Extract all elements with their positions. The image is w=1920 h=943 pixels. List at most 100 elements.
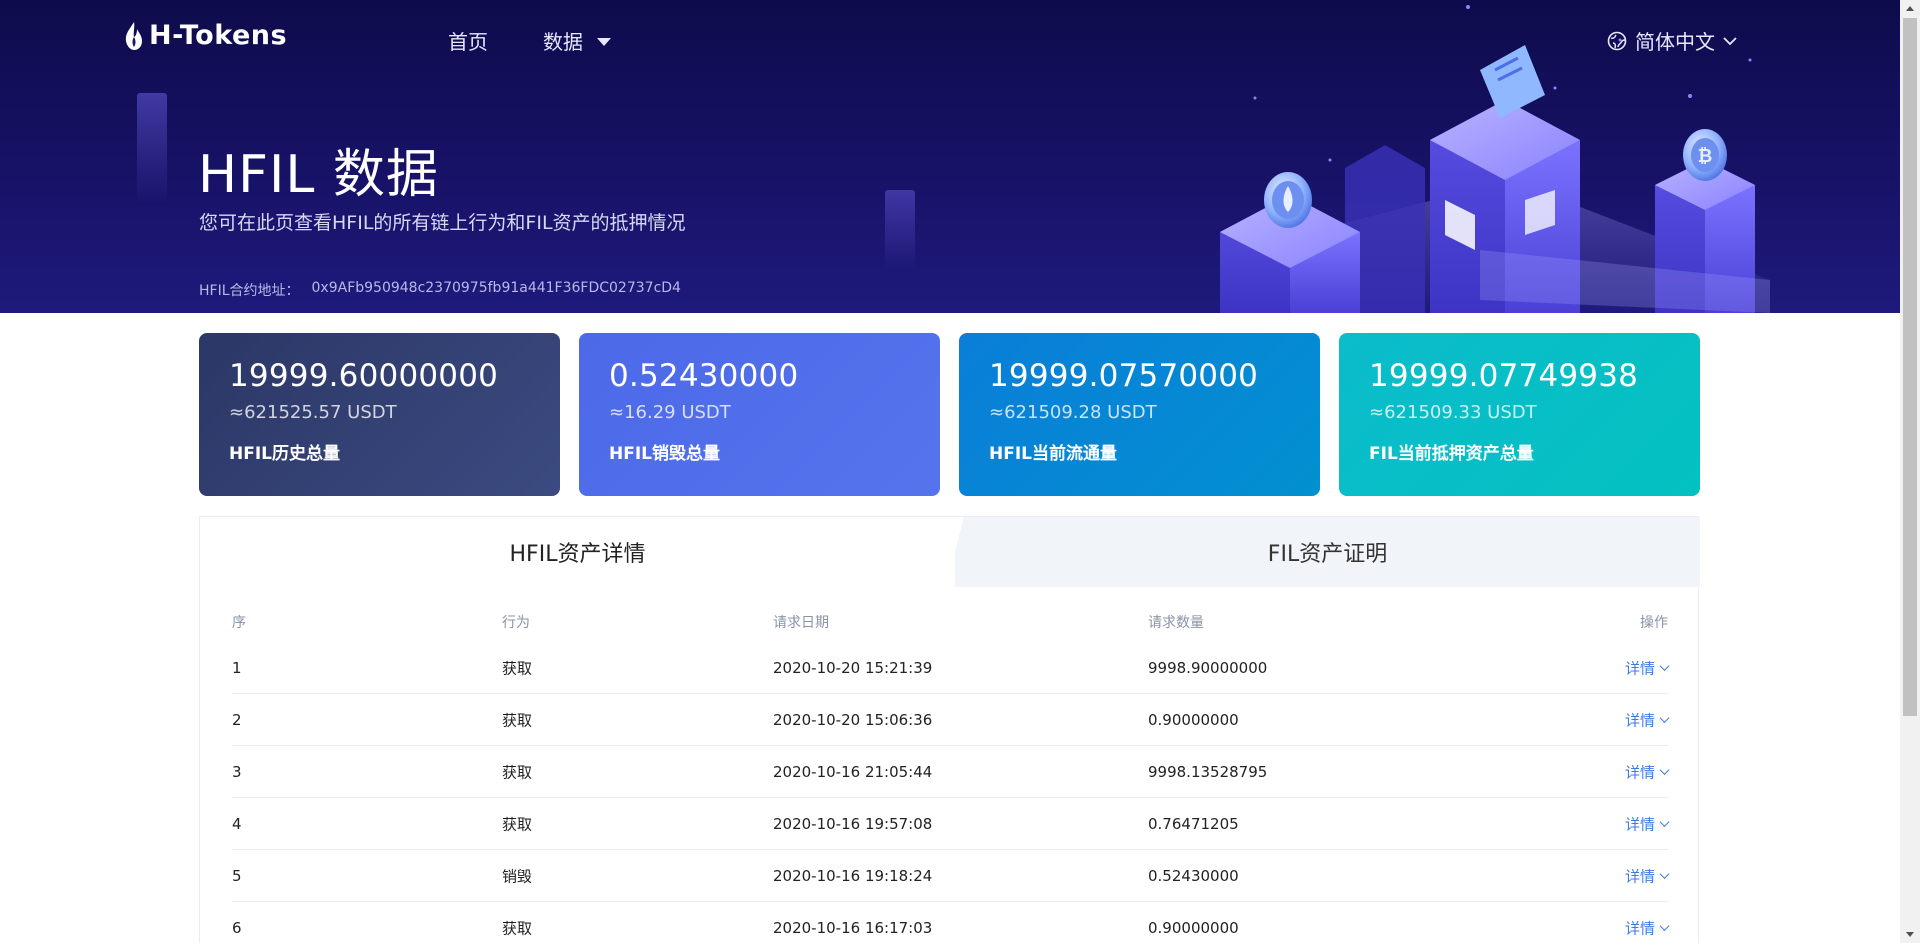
chevron-down-icon: [1659, 816, 1670, 827]
row-details-link[interactable]: 详情: [1624, 917, 1670, 938]
flame-logo-icon: [125, 21, 142, 50]
nav-data-label: 数据: [543, 30, 583, 54]
row-details-link[interactable]: 详情: [1624, 709, 1670, 730]
chevron-down-icon: [1659, 712, 1670, 723]
row-amount: 9998.90000000: [1148, 658, 1268, 677]
row-details-link[interactable]: 详情: [1624, 813, 1670, 834]
stat-value: 19999.07749938: [1369, 358, 1639, 394]
contract-label: HFIL合约地址：: [199, 283, 300, 299]
row-date: 2020-10-16 19:57:08: [773, 814, 933, 833]
table-row: 4 获取 2020-10-16 19:57:08 0.76471205 详情: [232, 798, 1670, 850]
row-amount: 0.52430000: [1148, 866, 1239, 885]
details-label: 详情: [1624, 763, 1655, 781]
stat-label: FIL当前抵押资产总量: [1369, 444, 1534, 464]
chevron-down-icon: [1659, 868, 1670, 879]
stat-card-circulating: 19999.07570000 ≈621509.28 USDT HFIL当前流通量: [959, 333, 1320, 496]
row-action: 获取: [502, 919, 533, 937]
row-date: 2020-10-16 21:05:44: [773, 762, 933, 781]
caret-down-icon: [597, 38, 611, 46]
details-label: 详情: [1624, 867, 1655, 885]
row-action: 获取: [502, 815, 533, 833]
stat-label: HFIL历史总量: [229, 444, 340, 464]
stat-value: 19999.07570000: [989, 358, 1259, 394]
details-label: 详情: [1624, 815, 1655, 833]
details-label: 详情: [1624, 659, 1655, 677]
chevron-down-icon: [1659, 660, 1670, 671]
tab-hfil-details[interactable]: HFIL资产详情: [200, 517, 955, 587]
stat-usdt: ≈621509.33 USDT: [1369, 402, 1537, 423]
row-date: 2020-10-20 15:21:39: [773, 658, 933, 677]
row-index: 4: [232, 814, 242, 833]
tab-fil-proof[interactable]: FIL资产证明: [955, 517, 1700, 587]
row-amount: 9998.13528795: [1148, 762, 1268, 781]
header-operation: 操作: [1640, 615, 1668, 631]
row-action: 获取: [502, 711, 533, 729]
globe-icon: [1607, 31, 1627, 50]
stat-value: 0.52430000: [609, 358, 799, 394]
nav-home[interactable]: 首页: [448, 26, 488, 55]
stat-usdt: ≈621525.57 USDT: [229, 402, 397, 423]
logo-text: H-Tokens: [149, 20, 288, 51]
logo[interactable]: H-Tokens: [123, 20, 287, 51]
row-amount: 0.90000000: [1148, 918, 1239, 937]
scroll-down-arrow[interactable]: [1906, 932, 1914, 937]
svg-text:₿: ₿: [1698, 146, 1713, 167]
table-row: 1 获取 2020-10-20 15:21:39 9998.90000000 详…: [232, 642, 1670, 694]
stat-card-fil-collateral: 19999.07749938 ≈621509.33 USDT FIL当前抵押资产…: [1339, 333, 1700, 496]
header-index: 序: [232, 615, 246, 631]
nav-data-dropdown[interactable]: 数据: [543, 26, 611, 55]
asset-panel: FIL资产证明 HFIL资产详情 序 行为 请求日期 请求数量 操作 1 获取 …: [199, 516, 1700, 943]
table-header: 序 行为 请求日期 请求数量 操作: [232, 602, 1668, 642]
decorative-pillar: [885, 190, 915, 270]
page-title: HFIL 数据: [198, 145, 439, 205]
chevron-down-icon: [1723, 36, 1737, 45]
row-amount: 0.90000000: [1148, 710, 1239, 729]
chevron-down-icon: [1659, 920, 1670, 931]
row-amount: 0.76471205: [1148, 814, 1239, 833]
header-action: 行为: [502, 615, 530, 631]
decorative-pillar: [137, 93, 167, 203]
row-details-link[interactable]: 详情: [1624, 865, 1670, 886]
stat-value: 19999.60000000: [229, 358, 499, 394]
row-action: 获取: [502, 763, 533, 781]
stat-label: HFIL当前流通量: [989, 444, 1117, 464]
row-index: 2: [232, 710, 242, 729]
scrollbar-thumb[interactable]: [1903, 18, 1917, 716]
row-index: 3: [232, 762, 242, 781]
row-details-link[interactable]: 详情: [1624, 761, 1670, 782]
table-row: 5 销毁 2020-10-16 19:18:24 0.52430000 详情: [232, 850, 1670, 902]
row-action: 获取: [502, 659, 533, 677]
stat-usdt: ≈16.29 USDT: [609, 402, 731, 423]
table-row: 3 获取 2020-10-16 21:05:44 9998.13528795 详…: [232, 746, 1670, 798]
stat-card-total-supply: 19999.60000000 ≈621525.57 USDT HFIL历史总量: [199, 333, 560, 496]
row-index: 6: [232, 918, 242, 937]
page-scrollbar[interactable]: [1900, 0, 1920, 943]
header-amount: 请求数量: [1148, 615, 1204, 631]
row-date: 2020-10-16 19:18:24: [773, 866, 933, 885]
header-date: 请求日期: [773, 615, 829, 631]
table-row: 2 获取 2020-10-20 15:06:36 0.90000000 详情: [232, 694, 1670, 746]
tab-label: HFIL资产详情: [509, 542, 646, 567]
details-label: 详情: [1624, 919, 1655, 937]
scroll-up-arrow[interactable]: [1906, 6, 1914, 11]
row-index: 1: [232, 658, 242, 677]
stat-usdt: ≈621509.28 USDT: [989, 402, 1157, 423]
row-date: 2020-10-16 16:17:03: [773, 918, 933, 937]
contract-address-line: HFIL合约地址： 0x9AFb950948c2370975fb91a441F3…: [199, 280, 681, 300]
hero-banner: ₿ H-Tokens 首页 数据 简体中文 HFIL 数据 您可在此页查看HFI…: [0, 0, 1900, 313]
stat-cards: 19999.60000000 ≈621525.57 USDT HFIL历史总量 …: [199, 333, 1700, 496]
language-selector[interactable]: 简体中文: [1607, 26, 1737, 55]
page-subtitle: 您可在此页查看HFIL的所有链上行为和FIL资产的抵押情况: [199, 212, 686, 234]
row-action: 销毁: [502, 867, 533, 885]
contract-address[interactable]: 0x9AFb950948c2370975fb91a441F36FDC02737c…: [312, 280, 681, 300]
language-label: 简体中文: [1635, 30, 1715, 54]
tab-label: FIL资产证明: [1267, 542, 1388, 567]
table-row: 6 获取 2020-10-16 16:17:03 0.90000000 详情: [232, 902, 1670, 943]
row-date: 2020-10-20 15:06:36: [773, 710, 933, 729]
chevron-down-icon: [1659, 764, 1670, 775]
row-index: 5: [232, 866, 242, 885]
details-label: 详情: [1624, 711, 1655, 729]
row-details-link[interactable]: 详情: [1624, 657, 1670, 678]
stat-card-burned: 0.52430000 ≈16.29 USDT HFIL销毁总量: [579, 333, 940, 496]
stat-label: HFIL销毁总量: [609, 444, 720, 464]
